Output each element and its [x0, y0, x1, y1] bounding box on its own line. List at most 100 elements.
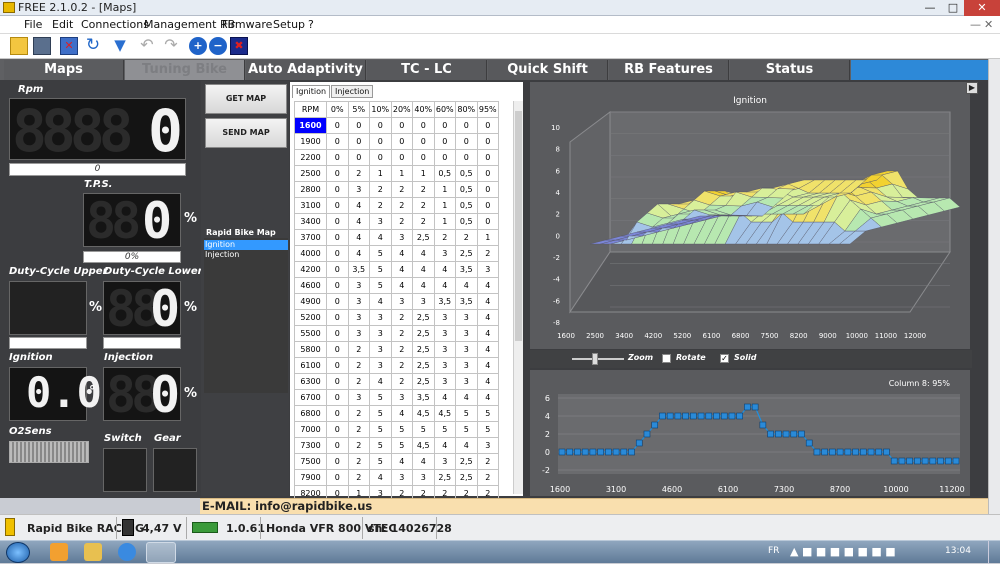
table-cell[interactable]: 2: [412, 197, 435, 214]
table-cell[interactable]: 0: [455, 133, 478, 150]
rpm-cell[interactable]: 4000: [294, 245, 327, 262]
table-cell[interactable]: 3: [390, 293, 413, 310]
tab-tuning-bike[interactable]: Tuning Bike: [125, 60, 245, 80]
table-cell[interactable]: 1: [412, 165, 435, 182]
table-cell[interactable]: 3: [369, 357, 392, 374]
table-cell[interactable]: 2: [347, 421, 370, 438]
browser-icon[interactable]: [118, 543, 136, 561]
table-cell[interactable]: 4: [390, 405, 413, 422]
table-cell[interactable]: 5: [390, 437, 413, 454]
table-cell[interactable]: 2: [390, 309, 413, 326]
open-folder-icon[interactable]: [10, 37, 28, 55]
table-cell[interactable]: 5: [455, 405, 478, 422]
tab-rb-features[interactable]: RB Features: [609, 60, 729, 80]
table-cell[interactable]: 0: [369, 149, 392, 166]
menu-firmware[interactable]: Firmware: [222, 18, 272, 31]
table-cell[interactable]: 2: [390, 341, 413, 358]
table-cell[interactable]: 3: [433, 341, 456, 358]
zoom-out-icon[interactable]: −: [209, 37, 227, 55]
table-cell[interactable]: 2: [369, 181, 392, 198]
rpm-cell[interactable]: 7300: [294, 437, 327, 454]
table-cell[interactable]: 0: [455, 149, 478, 166]
table-cell[interactable]: 5: [369, 389, 392, 406]
table-cell[interactable]: 2,5: [433, 469, 456, 486]
table-cell[interactable]: 4: [390, 245, 413, 262]
rpm-cell[interactable]: 6700: [294, 389, 327, 406]
table-cell[interactable]: 3: [433, 357, 456, 374]
table-cell[interactable]: 4: [347, 245, 370, 262]
table-cell[interactable]: 2: [390, 197, 413, 214]
table-cell[interactable]: 4: [412, 261, 435, 278]
table-cell[interactable]: 2: [455, 229, 478, 246]
table-cell[interactable]: 5: [369, 261, 392, 278]
map-list-item-injection[interactable]: Injection: [205, 250, 239, 259]
table-cell[interactable]: 0: [326, 277, 349, 294]
table-cell[interactable]: 1: [433, 181, 456, 198]
table-cell[interactable]: 4: [412, 453, 435, 470]
table-cell[interactable]: 4,5: [412, 437, 435, 454]
table-cell[interactable]: 0: [455, 117, 478, 134]
table-cell[interactable]: 5: [476, 421, 499, 438]
table-cell[interactable]: 3,5: [455, 261, 478, 278]
rpm-cell[interactable]: 2200: [294, 149, 327, 166]
table-cell[interactable]: 2: [347, 437, 370, 454]
table-cell[interactable]: 0: [369, 133, 392, 150]
get-map-button[interactable]: GET MAP: [205, 84, 287, 114]
table-cell[interactable]: 3: [369, 213, 392, 230]
table-cell[interactable]: 0: [326, 357, 349, 374]
table-cell[interactable]: 2: [412, 181, 435, 198]
table-cell[interactable]: 0: [476, 213, 499, 230]
minimize-button[interactable]: —: [918, 0, 942, 16]
table-cell[interactable]: 5: [369, 405, 392, 422]
table-cell[interactable]: 3: [390, 469, 413, 486]
expand-arrow-icon[interactable]: ▶: [966, 82, 978, 94]
table-cell[interactable]: 3: [455, 357, 478, 374]
table-cell[interactable]: 0: [326, 197, 349, 214]
rpm-cell[interactable]: 3700: [294, 229, 327, 246]
table-cell[interactable]: 2: [433, 229, 456, 246]
taskbar-app-free[interactable]: [146, 542, 176, 563]
table-cell[interactable]: 0,5: [433, 165, 456, 182]
table-cell[interactable]: 2: [476, 469, 499, 486]
rpm-cell[interactable]: 7900: [294, 469, 327, 486]
table-cell[interactable]: 0: [326, 149, 349, 166]
table-cell[interactable]: 0: [326, 325, 349, 342]
table-cell[interactable]: 3: [433, 453, 456, 470]
zoom-slider-track[interactable]: [572, 358, 624, 360]
tab-quick-shift[interactable]: Quick Shift: [488, 60, 608, 80]
table-cell[interactable]: 2: [347, 453, 370, 470]
table-cell[interactable]: 3: [476, 261, 499, 278]
table-cell[interactable]: 3,5: [455, 293, 478, 310]
table-cell[interactable]: 0: [412, 149, 435, 166]
table-cell[interactable]: 0: [369, 117, 392, 134]
download-arrow-icon[interactable]: ▼: [111, 37, 129, 55]
table-cell[interactable]: 0: [347, 133, 370, 150]
table-cell[interactable]: 3: [347, 293, 370, 310]
table-cell[interactable]: 4: [390, 277, 413, 294]
table-cell[interactable]: 4: [347, 197, 370, 214]
table-cell[interactable]: 0: [390, 149, 413, 166]
table-cell[interactable]: 2: [476, 245, 499, 262]
save-icon[interactable]: [33, 37, 51, 55]
explorer-icon[interactable]: [84, 543, 102, 561]
table-cell[interactable]: 2: [347, 405, 370, 422]
rpm-cell[interactable]: 7000: [294, 421, 327, 438]
rpm-cell[interactable]: 5800: [294, 341, 327, 358]
tab-status[interactable]: Status: [730, 60, 850, 80]
table-cell[interactable]: 1: [476, 229, 499, 246]
rpm-cell[interactable]: 4600: [294, 277, 327, 294]
rpm-cell[interactable]: 4200: [294, 261, 327, 278]
table-cell[interactable]: 0: [433, 149, 456, 166]
table-cell[interactable]: 1: [369, 165, 392, 182]
table-cell[interactable]: 1: [433, 197, 456, 214]
table-cell[interactable]: 5: [369, 437, 392, 454]
table-cell[interactable]: 1: [433, 213, 456, 230]
table-cell[interactable]: 0: [412, 133, 435, 150]
table-cell[interactable]: 2: [347, 469, 370, 486]
menu-setup[interactable]: Setup: [273, 18, 305, 31]
table-cell[interactable]: 4: [476, 325, 499, 342]
table-cell[interactable]: 0: [412, 117, 435, 134]
table-cell[interactable]: 3: [455, 309, 478, 326]
table-cell[interactable]: 0: [326, 229, 349, 246]
table-cell[interactable]: 2,5: [412, 341, 435, 358]
